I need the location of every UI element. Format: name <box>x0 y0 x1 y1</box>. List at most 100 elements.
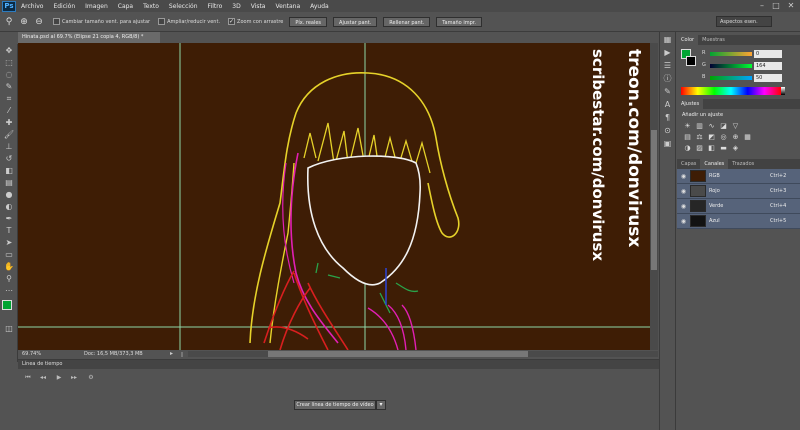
lasso-tool-icon[interactable]: ◌ <box>3 70 15 80</box>
r-slider[interactable] <box>710 52 752 56</box>
channel-row-rgb[interactable]: ◉ RGB Ctrl+2 <box>677 169 800 184</box>
quick-select-tool-icon[interactable]: ✎ <box>3 82 15 92</box>
more-tools-icon[interactable]: ⋯ <box>3 286 15 296</box>
document-tab[interactable]: Hinata.psd al 69.7% (Elipse 21 copia 4, … <box>18 32 160 43</box>
visibility-eye-icon[interactable]: ◉ <box>680 218 687 225</box>
fill-screen-button[interactable]: Rellenar pant. <box>383 16 431 27</box>
color-lookup-icon[interactable]: ▦ <box>743 133 752 141</box>
menu-3d[interactable]: 3D <box>227 3 245 10</box>
channel-row-green[interactable]: ◉ Verde Ctrl+4 <box>677 199 800 214</box>
resize-windows-checkbox[interactable] <box>53 18 60 25</box>
menu-capa[interactable]: Capa <box>113 3 138 10</box>
tab-layers[interactable]: Capas <box>677 159 700 169</box>
menu-edicion[interactable]: Edición <box>48 3 80 10</box>
quick-mask-icon[interactable]: ◫ <box>3 324 15 334</box>
color-balance-icon[interactable]: ⚖ <box>695 133 704 141</box>
visibility-eye-icon[interactable]: ◉ <box>680 188 687 195</box>
brush-tool-icon[interactable]: 🖌 <box>3 130 15 140</box>
gradient-map-icon[interactable]: ▬ <box>719 144 728 152</box>
workspace-select[interactable]: Aspectos esen. <box>716 16 772 27</box>
prev-frame-icon[interactable]: ◂◂ <box>38 374 48 382</box>
next-frame-icon[interactable]: ▸▸ <box>69 374 79 382</box>
menu-archivo[interactable]: Archivo <box>16 3 48 10</box>
brightness-icon[interactable]: ☀ <box>683 122 692 130</box>
history-panel-icon[interactable]: ▦ <box>662 35 673 45</box>
scrubby-zoom-checkbox[interactable]: ✓ <box>228 18 236 25</box>
brush-panel-icon[interactable]: ✎ <box>662 87 673 97</box>
foreground-color-swatch[interactable] <box>2 300 12 310</box>
black-white-icon[interactable]: ◩ <box>707 133 716 141</box>
menu-filtro[interactable]: Filtro <box>203 3 228 10</box>
menu-imagen[interactable]: Imagen <box>80 3 113 10</box>
chevron-down-icon[interactable]: ▾ <box>376 400 386 410</box>
levels-icon[interactable]: ▥ <box>695 122 704 130</box>
zoom-tool-icon[interactable]: ⚲ <box>3 16 15 28</box>
vibrance-icon[interactable]: ▽ <box>731 122 740 130</box>
first-frame-icon[interactable]: ⏮ <box>23 374 33 382</box>
status-arrow-icon[interactable]: ▸ <box>170 350 173 357</box>
menu-texto[interactable]: Texto <box>138 3 164 10</box>
dodge-tool-icon[interactable]: ◐ <box>3 202 15 212</box>
channel-row-red[interactable]: ◉ Rojo Ctrl+3 <box>677 184 800 199</box>
layer-comps-icon[interactable]: ▣ <box>662 139 673 149</box>
minimize-icon[interactable]: – <box>756 1 768 10</box>
tab-swatches[interactable]: Muestras <box>698 35 729 45</box>
color-swatches[interactable] <box>0 300 17 322</box>
photo-filter-icon[interactable]: ◎ <box>719 133 728 141</box>
clone-source-icon[interactable]: ⊙ <box>662 126 673 136</box>
b-value[interactable]: 50 <box>754 74 782 82</box>
eraser-tool-icon[interactable]: ◧ <box>3 166 15 176</box>
blur-tool-icon[interactable]: ● <box>3 190 15 200</box>
move-tool-icon[interactable]: ✥ <box>3 46 15 56</box>
info-panel-icon[interactable]: ⓘ <box>662 74 673 84</box>
actions-panel-icon[interactable]: ▶ <box>662 48 673 58</box>
posterize-icon[interactable]: ▨ <box>695 144 704 152</box>
shape-tool-icon[interactable]: ▭ <box>3 250 15 260</box>
color-ramp[interactable] <box>681 87 781 95</box>
play-icon[interactable]: ▶ <box>54 374 64 382</box>
tab-adjustments[interactable]: Ajustes <box>677 99 704 109</box>
background-color-chip[interactable] <box>686 56 696 66</box>
exposure-icon[interactable]: ◪ <box>719 122 728 130</box>
threshold-icon[interactable]: ◧ <box>707 144 716 152</box>
type-tool-icon[interactable]: T <box>3 226 15 236</box>
hue-saturation-icon[interactable]: ▤ <box>683 133 692 141</box>
grayscale-ramp[interactable] <box>781 87 785 95</box>
marquee-tool-icon[interactable]: ⬚ <box>3 58 15 68</box>
hand-tool-icon[interactable]: ✋ <box>3 262 15 272</box>
stamp-tool-icon[interactable]: ⊥ <box>3 142 15 152</box>
pen-tool-icon[interactable]: ✒ <box>3 214 15 224</box>
zoom-level[interactable]: 69.74% <box>22 351 41 357</box>
settings-icon[interactable]: ⚙ <box>86 374 96 382</box>
tab-paths[interactable]: Trazados <box>728 159 758 169</box>
channel-mixer-icon[interactable]: ⊕ <box>731 133 740 141</box>
healing-tool-icon[interactable]: ✚ <box>3 118 15 128</box>
selective-color-icon[interactable]: ◈ <box>731 144 740 152</box>
close-icon[interactable]: ✕ <box>785 1 797 10</box>
zoom-all-windows-checkbox[interactable] <box>158 18 166 25</box>
menu-ventana[interactable]: Ventana <box>270 3 305 10</box>
fit-screen-button[interactable]: Ajustar pant. <box>333 16 378 27</box>
zoom-in-icon[interactable]: ⊕ <box>18 16 30 28</box>
vertical-scrollbar-thumb[interactable] <box>651 130 657 270</box>
scroll-left-arrow-icon[interactable] <box>181 352 183 357</box>
eyedropper-tool-icon[interactable]: ⁄ <box>3 106 15 116</box>
tab-channels[interactable]: Canales <box>700 159 729 169</box>
channel-row-blue[interactable]: ◉ Azul Ctrl+5 <box>677 214 800 229</box>
tab-color[interactable]: Color <box>677 35 699 45</box>
canvas[interactable]: treon.com/donvirusx scribestar.com/donvi… <box>18 43 650 350</box>
paragraph-panel-icon[interactable]: ¶ <box>662 113 673 123</box>
history-brush-icon[interactable]: ↺ <box>3 154 15 164</box>
menu-ayuda[interactable]: Ayuda <box>305 3 334 10</box>
gradient-tool-icon[interactable]: ▤ <box>3 178 15 188</box>
character-panel-icon[interactable]: A <box>662 100 673 110</box>
actual-pixels-button[interactable]: Píx. reales <box>289 16 328 27</box>
invert-icon[interactable]: ◑ <box>683 144 692 152</box>
horizontal-scrollbar-thumb[interactable] <box>268 351 528 357</box>
zoom-out-icon[interactable]: ⊖ <box>33 16 45 28</box>
maximize-icon[interactable]: □ <box>770 1 782 10</box>
properties-panel-icon[interactable]: ☰ <box>662 61 673 71</box>
curves-icon[interactable]: ∿ <box>707 122 716 130</box>
print-size-button[interactable]: Tamaño impr. <box>436 16 482 27</box>
menu-seleccion[interactable]: Selección <box>164 3 203 10</box>
